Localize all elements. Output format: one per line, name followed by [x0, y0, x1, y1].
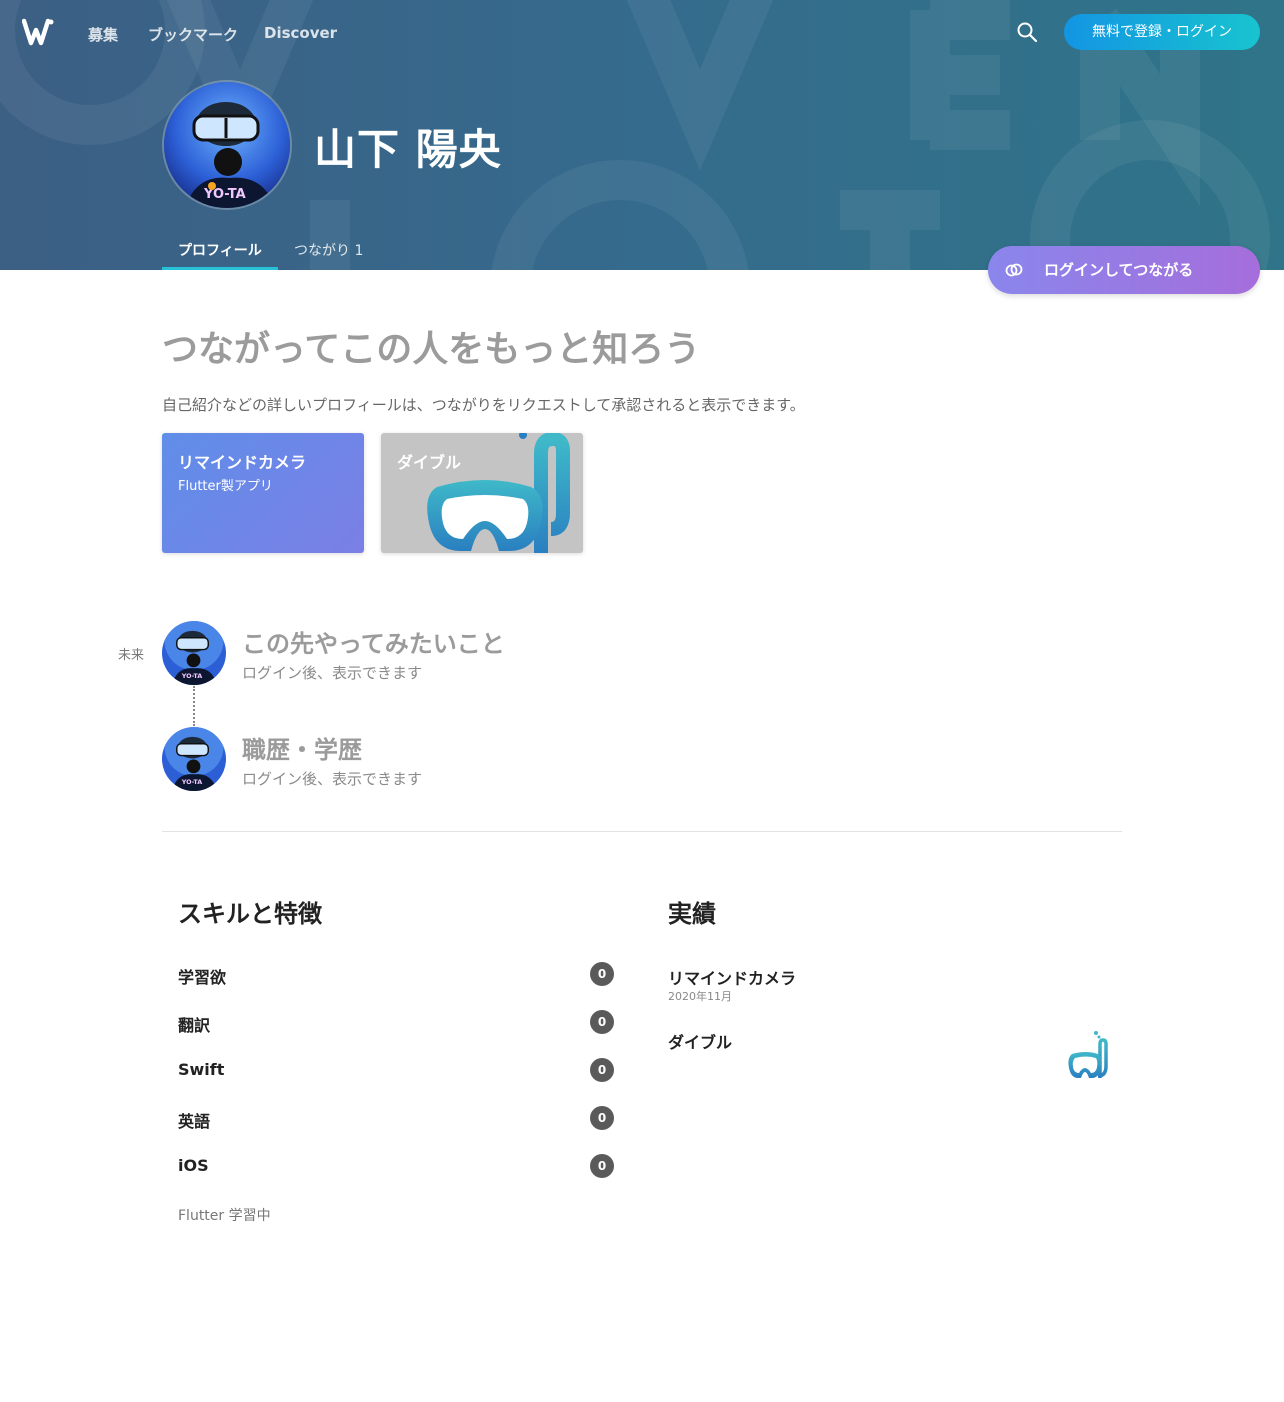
project-card-dive[interactable]: ダイブル [381, 433, 583, 553]
active-tab-indicator [162, 267, 278, 270]
login-connect-button[interactable]: ログインしてつながる [988, 246, 1260, 294]
login-connect-label: ログインしてつながる [1044, 261, 1194, 279]
skill-row[interactable]: 学習欲 0 [178, 962, 614, 987]
achievement-name[interactable]: リマインドカメラ [668, 965, 796, 989]
svg-text:YO-TA: YO-TA [203, 187, 246, 202]
skills-note: Flutter 学習中 [178, 1208, 271, 1224]
timeline-avatar: YO-TA [162, 727, 226, 791]
nav-item-discover[interactable]: Discover [264, 24, 337, 42]
timeline-title: この先やってみたいこと [242, 630, 505, 658]
timeline-avatar: YO-TA [162, 621, 226, 685]
profile-hero: 募集 ブックマーク Discover 無料で登録・ログイン YO-TA 山下 陽… [0, 0, 1284, 270]
timeline-subtitle: ログイン後、表示できます [242, 664, 423, 682]
card-title: ダイブル [397, 453, 462, 472]
timeline-future-label: 未来 [118, 648, 145, 663]
timeline-connector [193, 686, 195, 726]
skill-endorse-count: 0 [590, 1058, 614, 1082]
skill-name: 学習欲 [178, 968, 227, 987]
achievement-name[interactable]: ダイブル [668, 1029, 732, 1053]
card-title: リマインドカメラ [178, 453, 307, 472]
skill-endorse-count: 0 [590, 1154, 614, 1178]
skill-row[interactable]: Swift 0 [178, 1058, 614, 1082]
search-icon[interactable] [1015, 20, 1039, 44]
signup-login-button[interactable]: 無料で登録・ログイン [1064, 14, 1260, 50]
diver-photo: YO-TA [162, 621, 226, 685]
svg-text:YO-TA: YO-TA [181, 778, 203, 786]
skills-section-title: スキルと特徴 [178, 900, 322, 928]
skill-endorse-count: 0 [590, 1106, 614, 1130]
nav-item-recruit[interactable]: 募集 [88, 24, 118, 45]
skill-row[interactable]: 翻訳 0 [178, 1010, 614, 1035]
timeline-subtitle: ログイン後、表示できます [242, 770, 423, 788]
diver-photo: YO-TA [162, 727, 226, 791]
skill-name: 英語 [178, 1112, 211, 1131]
skill-endorse-count: 0 [590, 962, 614, 986]
skill-row[interactable]: 英語 0 [178, 1106, 614, 1131]
top-navigation: 募集 ブックマーク Discover 無料で登録・ログイン [0, 0, 1284, 66]
skill-name: 翻訳 [178, 1016, 211, 1035]
timeline-title: 職歴・学歴 [242, 736, 362, 764]
diver-photo: YO-TA [164, 82, 290, 208]
skill-name: iOS [178, 1156, 209, 1175]
skill-endorse-count: 0 [590, 1010, 614, 1034]
connect-prompt-title: つながってこの人をもっと知ろう [162, 329, 701, 370]
tab-profile[interactable]: プロフィール [178, 240, 262, 260]
profile-avatar: YO-TA [162, 80, 292, 210]
card-subtitle: Flutter製アプリ [178, 479, 273, 494]
skill-row[interactable]: iOS 0 [178, 1154, 614, 1178]
achievement-date: 2020年11月 [668, 990, 732, 1003]
connect-prompt-description: 自己紹介などの詳しいプロフィールは、つながりをリクエストして承認されると表示でき… [162, 396, 805, 414]
skill-name: Swift [178, 1060, 225, 1079]
svg-text:YO-TA: YO-TA [181, 672, 203, 680]
section-divider [162, 831, 1122, 832]
achievements-section-title: 実績 [668, 900, 716, 928]
wantedly-logo-icon[interactable] [22, 18, 54, 46]
project-card-remind-camera[interactable]: リマインドカメラ Flutter製アプリ [162, 433, 364, 553]
link-icon [1005, 263, 1023, 277]
profile-name: 山下 陽央 [314, 125, 502, 174]
nav-item-bookmark[interactable]: ブックマーク [148, 24, 238, 45]
snorkel-mask-icon[interactable] [1066, 1030, 1108, 1080]
tab-connections[interactable]: つながり 1 [294, 240, 363, 260]
